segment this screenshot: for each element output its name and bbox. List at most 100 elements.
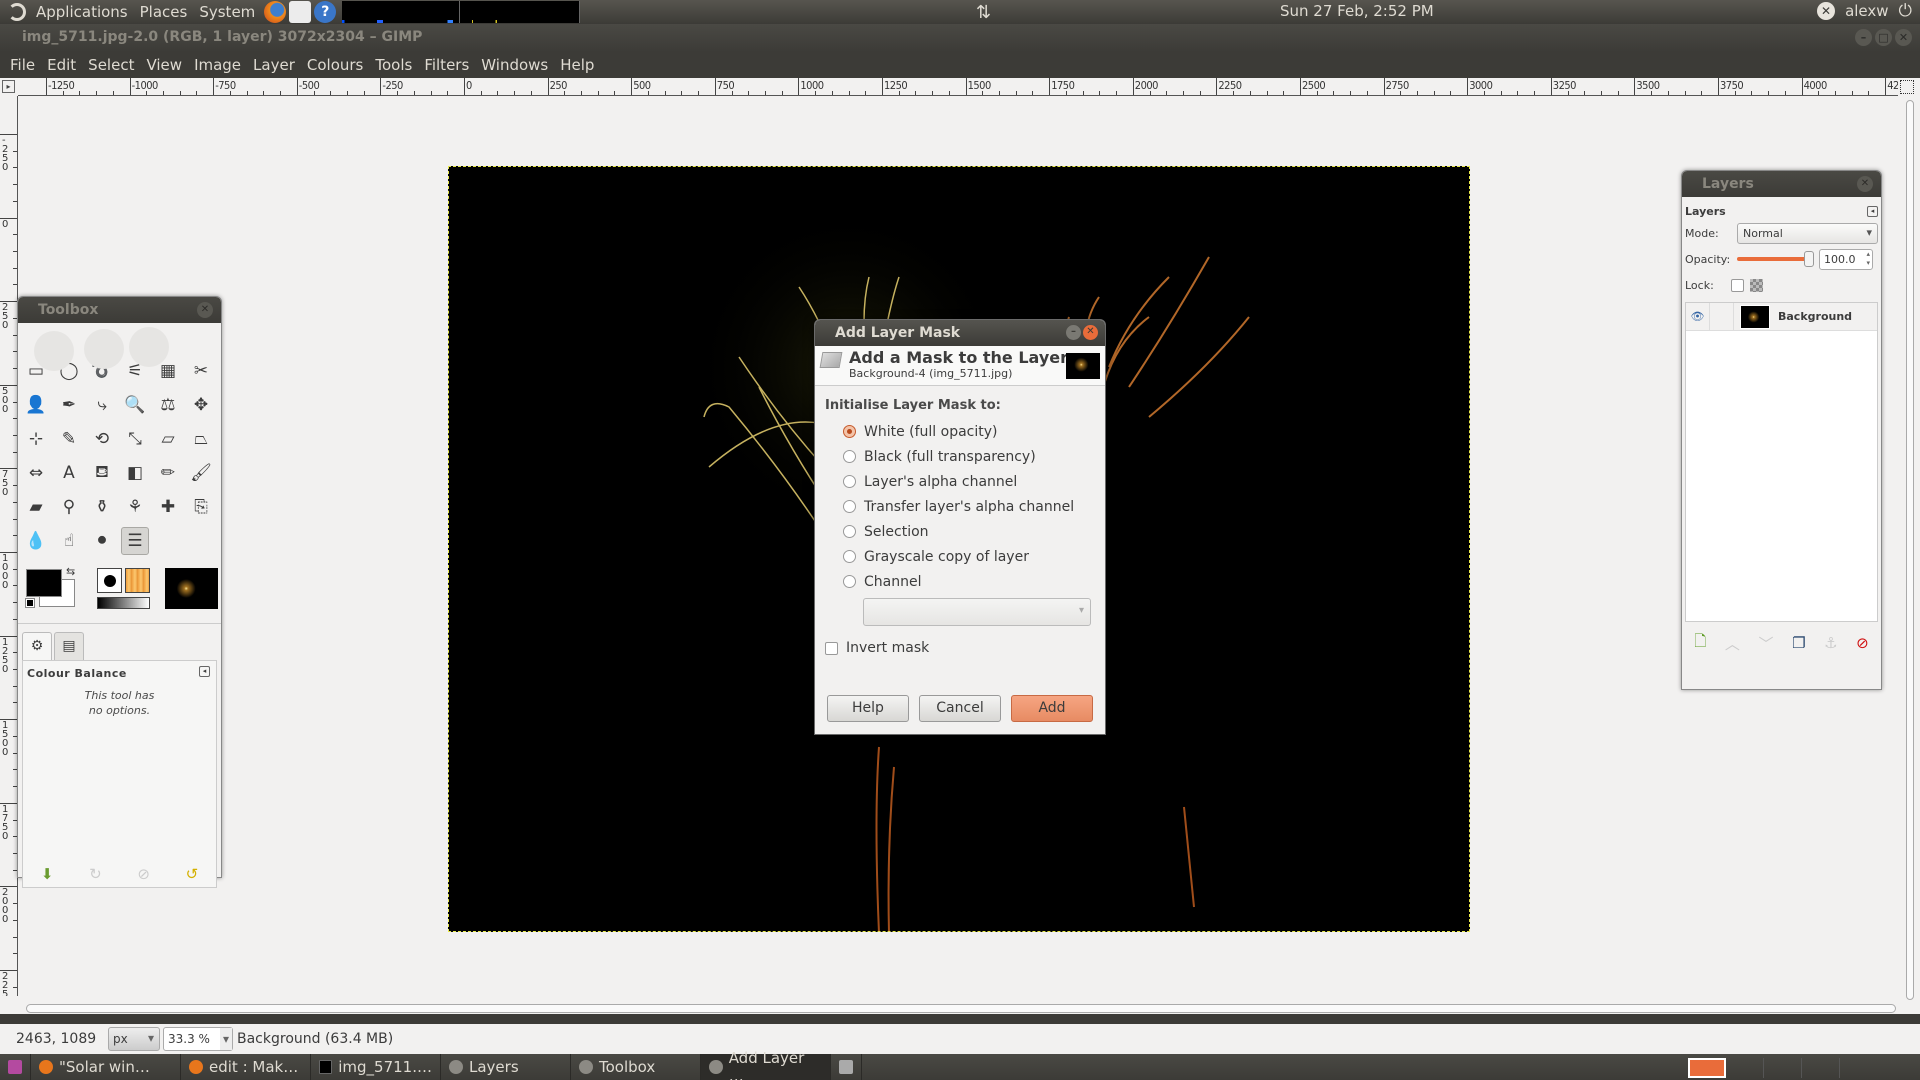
firefox-icon[interactable] [264, 1, 287, 23]
duplicate-layer-icon[interactable]: ❐ [1792, 634, 1805, 652]
show-desktop-button[interactable] [0, 1054, 31, 1080]
opacity-spinbutton[interactable]: 100.0 [1819, 248, 1873, 270]
tool-rotate[interactable]: ⟲ [88, 425, 116, 453]
horizontal-scrollbar[interactable] [26, 1002, 1896, 1014]
tool-clone[interactable]: ⚘ [121, 493, 149, 521]
close-icon[interactable]: ✕ [1857, 176, 1873, 192]
mask-option-row[interactable]: White (full opacity) [825, 419, 1095, 444]
active-image-preview[interactable] [165, 568, 218, 609]
tool-airbrush[interactable]: ⚲ [55, 493, 83, 521]
pattern-selector[interactable] [125, 568, 150, 593]
menu-places[interactable]: Places [134, 3, 194, 21]
brush-selector[interactable] [97, 568, 122, 593]
me-status-icon[interactable]: ✕ [1817, 2, 1836, 20]
close-icon[interactable]: ✕ [197, 302, 213, 318]
raise-layer-icon[interactable]: ︿ [1725, 633, 1740, 654]
mask-option-row[interactable]: Grayscale copy of layer [825, 544, 1095, 569]
dialog-titlebar[interactable]: Add Layer Mask – ✕ [815, 320, 1105, 346]
tool-blur-sharpen[interactable]: 💧 [22, 527, 50, 555]
tool-scissors-select[interactable]: ✂ [187, 357, 215, 385]
mask-option-row[interactable]: Selection [825, 519, 1095, 544]
mask-option-row[interactable]: Layer's alpha channel [825, 469, 1095, 494]
workspace-switcher[interactable] [1688, 1058, 1840, 1078]
mask-option-row[interactable]: Transfer layer's alpha channel [825, 494, 1095, 519]
tool-ink[interactable]: ⚱ [88, 493, 116, 521]
default-colours-icon[interactable] [25, 598, 35, 608]
minimize-button[interactable]: – [1066, 325, 1081, 340]
radio-button[interactable] [843, 525, 856, 538]
ruler-menu-icon[interactable]: ▸ [2, 80, 15, 93]
radio-button[interactable] [843, 425, 856, 438]
tab-layers[interactable]: ▤ [54, 632, 84, 660]
radio-label[interactable]: Black (full transparency) [864, 449, 1036, 465]
mode-select[interactable]: Normal [1737, 222, 1878, 244]
tool-bucket-fill[interactable]: ⛾ [88, 459, 116, 487]
mask-option-row[interactable]: Channel [825, 569, 1095, 594]
tool-crop[interactable]: ✎ [55, 425, 83, 453]
add-button[interactable]: Add [1011, 695, 1093, 722]
radio-label[interactable]: White (full opacity) [864, 424, 998, 440]
net-monitor[interactable] [460, 1, 581, 23]
menu-system[interactable]: System [193, 3, 261, 21]
tool-colour-balance[interactable]: ☰ [121, 527, 149, 555]
wilber-drop-area[interactable] [24, 325, 215, 371]
trash-button[interactable] [831, 1054, 862, 1080]
tool-pencil[interactable]: ✏ [154, 459, 182, 487]
vertical-scrollbar[interactable] [1904, 100, 1916, 1000]
gradient-selector[interactable] [97, 597, 150, 609]
taskbar-item-0[interactable]: "Solar win… [31, 1054, 181, 1080]
close-button[interactable]: ✕ [1895, 29, 1912, 46]
tool-shear[interactable]: ▱ [154, 425, 182, 453]
tool-heal[interactable]: ✚ [154, 493, 182, 521]
radio-button[interactable] [843, 500, 856, 513]
menu-colours[interactable]: Colours [301, 56, 369, 74]
tool-blend[interactable]: ◧ [121, 459, 149, 487]
network-transfer-icon[interactable]: ⇅ [976, 2, 991, 23]
lock-alpha-icon[interactable] [1750, 278, 1763, 292]
radio-button[interactable] [843, 450, 856, 463]
tool-color-picker[interactable]: ⤷ [88, 391, 116, 419]
help-icon[interactable]: ? [314, 1, 337, 23]
delete-layer-icon[interactable]: ⊘ [1856, 634, 1869, 652]
taskbar-item-5[interactable]: Add Layer … [701, 1049, 831, 1080]
tool-zoom[interactable]: 🔍 [121, 391, 149, 419]
opacity-slider-thumb[interactable] [1804, 251, 1814, 267]
clock[interactable]: Sun 27 Feb, 2:52 PM [1280, 2, 1434, 20]
lower-layer-icon[interactable]: ﹀ [1758, 633, 1773, 654]
workspace-1[interactable] [1688, 1058, 1726, 1078]
layer-name[interactable]: Background [1778, 310, 1852, 323]
vertical-ruler[interactable]: -250 0 250 500 750 1000 1250 1500 1750 2000 2250 [0, 96, 18, 996]
chain-toggle[interactable] [1710, 302, 1734, 331]
foreground-colour[interactable] [26, 569, 62, 597]
invert-mask-label[interactable]: Invert mask [846, 640, 929, 656]
taskbar-item-3[interactable]: Layers [441, 1054, 571, 1080]
opacity-slider[interactable] [1737, 251, 1814, 267]
tool-text[interactable]: A [55, 459, 83, 487]
tool-perspective[interactable]: ⏢ [187, 425, 215, 453]
new-layer-icon[interactable]: 🗋 [1694, 631, 1706, 656]
radio-label[interactable]: Layer's alpha channel [864, 474, 1017, 490]
layer-row[interactable]: 👁 Background [1686, 302, 1877, 331]
cancel-button[interactable]: Cancel [919, 695, 1001, 722]
menu-edit[interactable]: Edit [41, 56, 82, 74]
tab-tool-options[interactable]: ⚙ [22, 632, 52, 660]
menu-select[interactable]: Select [82, 56, 140, 74]
mask-option-row[interactable]: Black (full transparency) [825, 444, 1095, 469]
mail-icon[interactable] [289, 1, 312, 23]
horizontal-ruler[interactable]: -1250 -1000 -750 -500 -250 0 250 500 750 1000 1250… [18, 78, 1898, 96]
close-button[interactable]: ✕ [1083, 325, 1098, 340]
help-button[interactable]: Help [827, 695, 909, 722]
anchor-layer-icon[interactable]: ⚓ [1824, 634, 1837, 652]
menu-applications[interactable]: Applications [30, 3, 134, 21]
tool-foreground-select[interactable]: 👤 [22, 391, 50, 419]
navigate-icon[interactable] [1900, 80, 1914, 94]
layers-titlebar[interactable]: Layers ✕ [1682, 171, 1881, 197]
tool-paths[interactable]: ✒ [55, 391, 83, 419]
tool-smudge[interactable]: ☝ [55, 527, 83, 555]
tool-paintbrush[interactable]: 🖌 [187, 459, 215, 487]
radio-label[interactable]: Grayscale copy of layer [864, 549, 1029, 565]
tool-perspective-clone[interactable]: ⎘ [187, 493, 215, 521]
panel-menu-icon[interactable]: ◂ [1867, 206, 1878, 217]
maximize-button[interactable]: □ [1875, 29, 1892, 46]
tool-move[interactable]: ✥ [187, 391, 215, 419]
